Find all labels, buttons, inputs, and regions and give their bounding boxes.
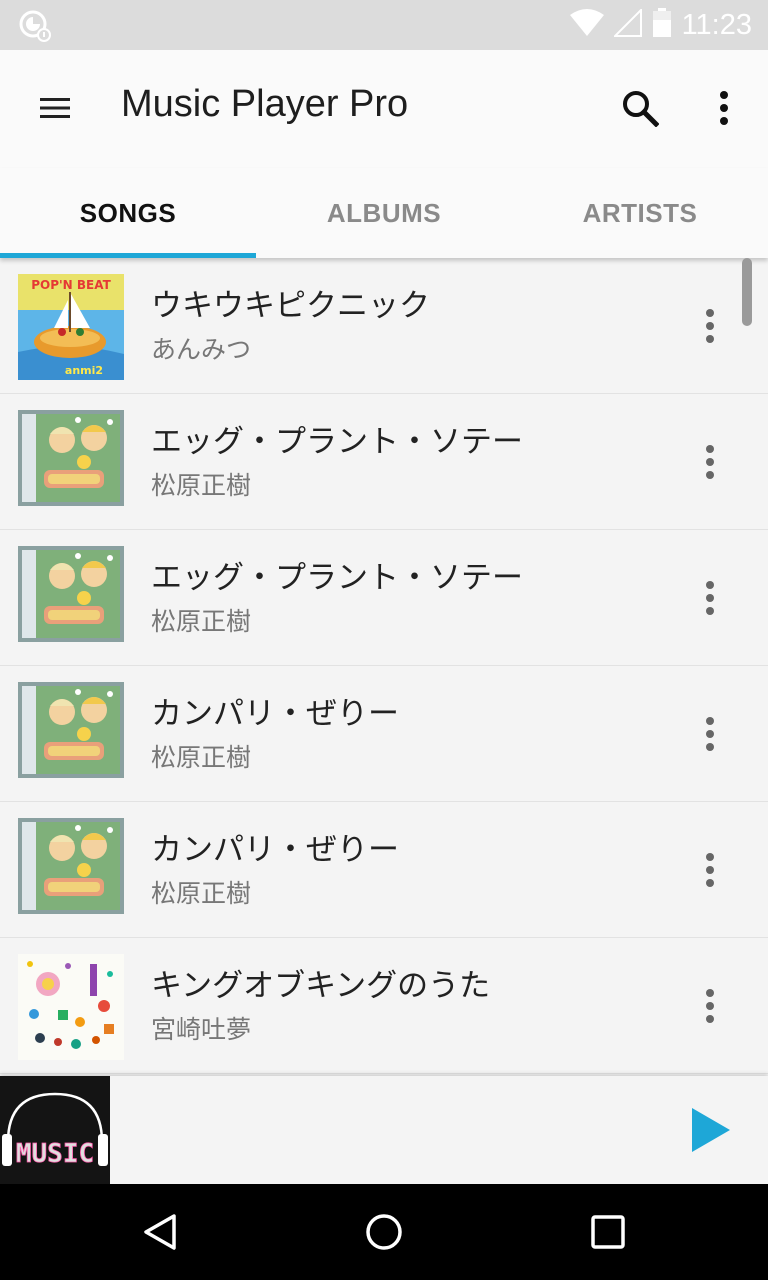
cell-signal-icon (612, 7, 642, 41)
song-title: ウキウキピクニック (151, 288, 430, 324)
song-row[interactable]: カンパリ・ぜりー 松原正樹 (0, 666, 768, 802)
song-overflow-icon[interactable] (686, 566, 734, 630)
song-overflow-icon[interactable] (686, 294, 734, 358)
song-overflow-icon[interactable] (686, 430, 734, 494)
song-list: POP'N BEAT anmi2 ウキウキピクニック あんみつ エッグ・プラント… (0, 258, 768, 1074)
home-icon[interactable] (352, 1200, 416, 1264)
mini-player[interactable]: MUSIC (0, 1076, 768, 1184)
app-bar: Music Player Pro (0, 50, 768, 168)
matsubara-album-art (18, 682, 124, 788)
recents-icon[interactable] (576, 1200, 640, 1264)
song-artist: 松原正樹 (151, 743, 252, 772)
status-time: 11:23 (681, 8, 752, 41)
system-nav-bar (0, 1184, 768, 1280)
matsubara-album-art (18, 546, 124, 652)
miyazaki-album-art (18, 954, 124, 1060)
pop-n-beat-album-art: POP'N BEAT anmi2 (18, 274, 124, 380)
song-title: エッグ・プラント・ソテー (151, 560, 523, 596)
tab-albums[interactable]: ALBUMS (256, 168, 512, 258)
song-title: エッグ・プラント・ソテー (151, 424, 523, 460)
battery-icon (652, 8, 672, 42)
matsubara-album-art (18, 818, 124, 924)
song-title: カンパリ・ぜりー (151, 696, 399, 732)
search-icon[interactable] (608, 76, 672, 140)
song-title: キングオブキングのうた (151, 968, 491, 1004)
svg-text:POP'N BEAT: POP'N BEAT (31, 278, 111, 292)
scrollbar[interactable] (742, 258, 752, 326)
app-title: Music Player Pro (121, 83, 409, 125)
overflow-menu-icon[interactable] (692, 76, 756, 140)
song-overflow-icon[interactable] (686, 974, 734, 1038)
matsubara-album-art (18, 410, 124, 516)
song-artist: 松原正樹 (151, 607, 252, 636)
song-artist: 宮崎吐夢 (151, 1015, 252, 1044)
tab-songs[interactable]: SONGS (0, 168, 256, 258)
song-row[interactable]: カンパリ・ぜりー 松原正樹 (0, 802, 768, 938)
music-headphones-logo: MUSIC (0, 1076, 110, 1184)
menu-icon[interactable] (24, 76, 88, 140)
song-artist: 松原正樹 (151, 879, 252, 908)
song-row[interactable]: エッグ・プラント・ソテー 松原正樹 (0, 394, 768, 530)
svg-text:anmi2: anmi2 (65, 364, 103, 377)
song-row[interactable]: エッグ・プラント・ソテー 松原正樹 (0, 530, 768, 666)
song-row[interactable]: キングオブキングのうた 宮崎吐夢 (0, 938, 768, 1074)
status-bar: 11:23 (0, 0, 768, 50)
song-title: カンパリ・ぜりー (151, 832, 399, 868)
song-row[interactable]: POP'N BEAT anmi2 ウキウキピクニック あんみつ (0, 258, 768, 394)
play-icon[interactable] (678, 1100, 742, 1160)
tab-bar: SONGS ALBUMS ARTISTS (0, 168, 768, 258)
back-icon[interactable] (128, 1200, 192, 1264)
tab-artists[interactable]: ARTISTS (512, 168, 768, 258)
song-overflow-icon[interactable] (686, 702, 734, 766)
wifi-icon (569, 9, 604, 41)
song-overflow-icon[interactable] (686, 838, 734, 902)
song-artist: 松原正樹 (151, 471, 252, 500)
app-notification-icon (18, 9, 52, 43)
svg-text:MUSIC: MUSIC (16, 1139, 94, 1169)
song-artist: あんみつ (151, 335, 252, 364)
